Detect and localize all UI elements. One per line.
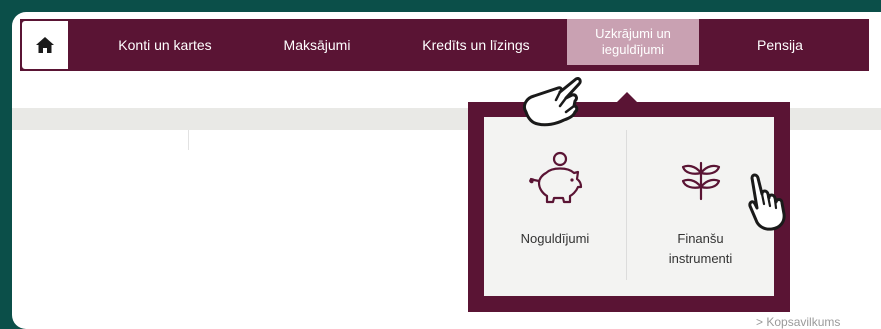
nav-item-label: Konti un kartes — [118, 37, 212, 53]
nav-item-label: Kredīts un līzings — [422, 37, 530, 53]
hand-cursor-icon — [748, 173, 786, 231]
nav-item-pensija[interactable]: Pensija — [730, 19, 830, 71]
dropdown-item-label-text: Finanšu instrumenti — [668, 231, 733, 266]
dropdown-item-noguldijumi[interactable]: Noguldījumi — [484, 117, 626, 296]
nav-item-maksajumi[interactable]: Maksājumi — [262, 19, 372, 71]
nav-item-konti[interactable]: Konti un kartes — [90, 19, 240, 71]
home-button[interactable] — [20, 19, 70, 71]
nav-item-kredits[interactable]: Kredīts un līzings — [402, 19, 550, 71]
dropdown-caret — [617, 92, 637, 102]
piggy-bank-icon — [529, 151, 583, 204]
summary-link-label: Kopsavilkums — [766, 315, 841, 329]
summary-link[interactable]: > Kopsavilkums — [756, 315, 840, 329]
dropdown-item-label: Noguldījumi — [520, 231, 590, 246]
nav-item-label: Uzkrājumi un ieguldījumi — [595, 26, 671, 57]
nav-item-label: Maksājumi — [283, 37, 351, 53]
hand-cursor-icon — [522, 77, 582, 127]
nav-item-uzkrajumi[interactable]: Uzkrājumi un ieguldījumi — [567, 19, 699, 65]
divider — [188, 130, 189, 150]
home-icon — [36, 37, 54, 53]
plant-icon — [681, 161, 721, 201]
dropdown-item-label: Finanšu instrumenti — [627, 229, 774, 269]
nav-item-label: Pensija — [757, 37, 803, 53]
chevron-right-icon: > — [756, 315, 764, 329]
